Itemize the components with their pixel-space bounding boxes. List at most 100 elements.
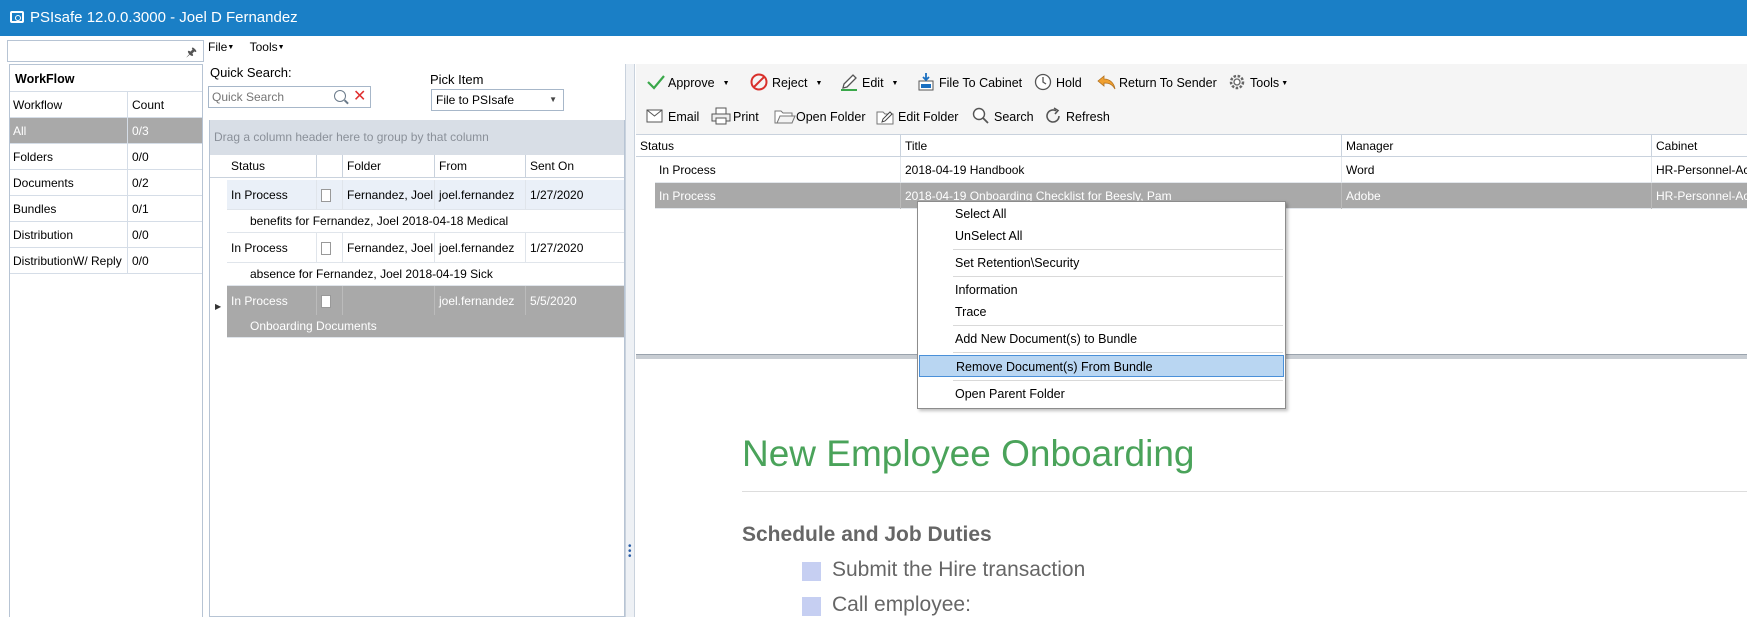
search-label: Search	[994, 110, 1034, 124]
menu-item-information[interactable]: Information	[919, 279, 1284, 301]
menu-item-unselect-all[interactable]: UnSelect All	[919, 225, 1284, 247]
inbox-row[interactable]: In Process Fernandez, Joel joel.fernande…	[227, 233, 624, 263]
document-icon	[321, 189, 331, 202]
row-status: In Process	[227, 180, 317, 210]
col-header-from[interactable]: From	[435, 155, 526, 178]
menu-item-add-documents[interactable]: Add New Document(s) to Bundle	[919, 328, 1284, 350]
workflow-row-name: Documents	[13, 170, 128, 196]
menu-item-set-retention[interactable]: Set Retention\Security	[919, 252, 1284, 274]
dropdown-arrow-icon[interactable]: ▼	[892, 80, 899, 87]
search-icon[interactable]	[334, 90, 346, 102]
clock-icon	[1034, 73, 1052, 91]
caret-down-icon: ▼	[277, 44, 285, 51]
gear-icon	[1228, 73, 1246, 91]
group-by-area[interactable]: Drag a column header here to group by th…	[210, 120, 624, 155]
tools-label: Tools	[1250, 76, 1280, 90]
reject-button[interactable]: Reject ▼	[750, 72, 822, 94]
workflow-row-bundles[interactable]: Bundles 0/1	[10, 196, 202, 222]
count-col-header[interactable]: Count	[132, 92, 164, 118]
workflow-row-all[interactable]: All 0/3	[10, 118, 202, 144]
search-button[interactable]: Search	[972, 106, 1034, 128]
title-bar: PSIsafe 12.0.0.3000 - Joel D Fernandez	[0, 0, 1747, 36]
pin-icon[interactable]: 🖈	[186, 43, 197, 64]
print-button[interactable]: Print	[711, 106, 759, 128]
workflow-row-count: 0/3	[132, 124, 149, 138]
workflow-row-distribution[interactable]: Distribution 0/0	[10, 222, 202, 248]
workflow-row-count: 0/0	[132, 228, 149, 242]
menu-item-open-parent-folder[interactable]: Open Parent Folder	[919, 383, 1284, 405]
window-title: PSIsafe 12.0.0.3000 - Joel D Fernandez	[30, 9, 298, 26]
edit-folder-button[interactable]: Edit Folder	[876, 106, 958, 128]
row-type	[317, 233, 343, 263]
email-label: Email	[668, 110, 700, 124]
inbox-row-description[interactable]: absence for Fernandez, Joel 2018-04-19 S…	[227, 263, 624, 286]
edit-folder-label: Edit Folder	[898, 110, 959, 124]
open-folder-icon	[774, 107, 796, 125]
inbox-row-selected[interactable]: In Process joel.fernandez 5/5/2020	[227, 286, 624, 316]
checkbox-square-icon	[802, 562, 821, 581]
menu-item-trace[interactable]: Trace	[919, 301, 1284, 323]
menu-separator	[953, 325, 1283, 326]
col-header-manager[interactable]: Manager	[1342, 135, 1652, 157]
menu-item-select-all[interactable]: Select All	[919, 203, 1284, 225]
clear-x-icon[interactable]: ✕	[353, 88, 366, 106]
row-status: In Process	[227, 233, 317, 263]
col-header-type[interactable]	[317, 155, 343, 178]
hold-button[interactable]: Hold	[1034, 72, 1082, 94]
file-to-cabinet-label: File To Cabinet	[939, 76, 1023, 90]
current-row-arrow-icon: ▶	[215, 302, 222, 311]
context-menu: Select All UnSelect All Set Retention\Se…	[917, 201, 1286, 409]
edit-button[interactable]: Edit ▼	[840, 72, 898, 94]
file-menu[interactable]: File▼	[208, 40, 234, 54]
workflow-row-documents[interactable]: Documents 0/2	[10, 170, 202, 196]
vertical-splitter[interactable]: • • •	[625, 64, 635, 617]
workflow-row-folders[interactable]: Folders 0/0	[10, 144, 202, 170]
inbox-row[interactable]: In Process Fernandez, Joel joel.fernande…	[227, 180, 624, 210]
document-row[interactable]: In Process 2018-04-19 Handbook Word HR-P…	[655, 157, 1747, 183]
inbox-row-description[interactable]: benefits for Fernandez, Joel 2018-04-18 …	[227, 210, 624, 233]
workflow-col-header[interactable]: Workflow	[13, 92, 128, 118]
workflow-row-distribution-reply[interactable]: DistributionW/ Reply 0/0	[10, 248, 202, 274]
approve-button[interactable]: Approve ▼	[646, 72, 730, 94]
dropdown-arrow-icon: ▼	[1281, 80, 1289, 87]
pick-item-select[interactable]: File to PSIsafe ▼	[431, 89, 564, 111]
doc-status: In Process	[655, 157, 901, 183]
refresh-button[interactable]: Refresh	[1044, 106, 1110, 128]
print-label: Print	[733, 110, 759, 124]
email-icon	[646, 107, 664, 125]
doc-manager: Adobe	[1342, 183, 1652, 209]
workflow-row-name: Distribution	[13, 222, 128, 248]
quick-search-input[interactable]	[209, 87, 329, 107]
open-folder-label: Open Folder	[796, 110, 866, 124]
col-header-folder[interactable]: Folder	[343, 155, 435, 178]
hold-label: Hold	[1056, 76, 1082, 90]
row-type	[317, 286, 343, 316]
col-header-cabinet[interactable]: Cabinet	[1652, 135, 1747, 157]
return-to-sender-button[interactable]: Return To Sender	[1097, 72, 1217, 94]
open-folder-button[interactable]: Open Folder	[774, 106, 865, 128]
dropdown-arrow-icon[interactable]: ▼	[815, 80, 822, 87]
edit-label: Edit	[862, 76, 884, 90]
bundle-icon	[321, 295, 331, 308]
col-header-title[interactable]: Title	[901, 135, 1342, 157]
dropdown-arrow-icon[interactable]: ▼	[723, 80, 730, 87]
menu-separator	[953, 276, 1283, 277]
menu-item-remove-documents[interactable]: Remove Document(s) From Bundle	[919, 355, 1284, 377]
file-to-cabinet-button[interactable]: File To Cabinet	[917, 72, 1022, 94]
col-header-sent-on[interactable]: Sent On	[526, 155, 624, 178]
col-header-status[interactable]: Status	[227, 155, 317, 178]
workflow-row-count: 0/0	[132, 150, 149, 164]
email-button[interactable]: Email	[646, 106, 699, 128]
workflow-row-name: Folders	[13, 144, 128, 170]
document-grid-header: Status Title Manager Cabinet	[636, 135, 1747, 157]
inbox-row-description[interactable]: Onboarding Documents	[227, 315, 624, 338]
row-sent-on: 1/27/2020	[530, 241, 584, 255]
quick-search-box: ✕	[208, 86, 371, 108]
preview-heading: Schedule and Job Duties	[742, 523, 992, 546]
col-header-status[interactable]: Status	[636, 135, 901, 157]
action-toolbar: Approve ▼ Reject ▼ Edit ▼ File To Cabinet H…	[636, 64, 1747, 134]
edit-folder-icon	[876, 107, 894, 125]
tools-button[interactable]: Tools ▼	[1228, 72, 1288, 94]
doc-title: 2018-04-19 Handbook	[901, 157, 1342, 183]
tools-menu[interactable]: Tools▼	[250, 40, 285, 54]
